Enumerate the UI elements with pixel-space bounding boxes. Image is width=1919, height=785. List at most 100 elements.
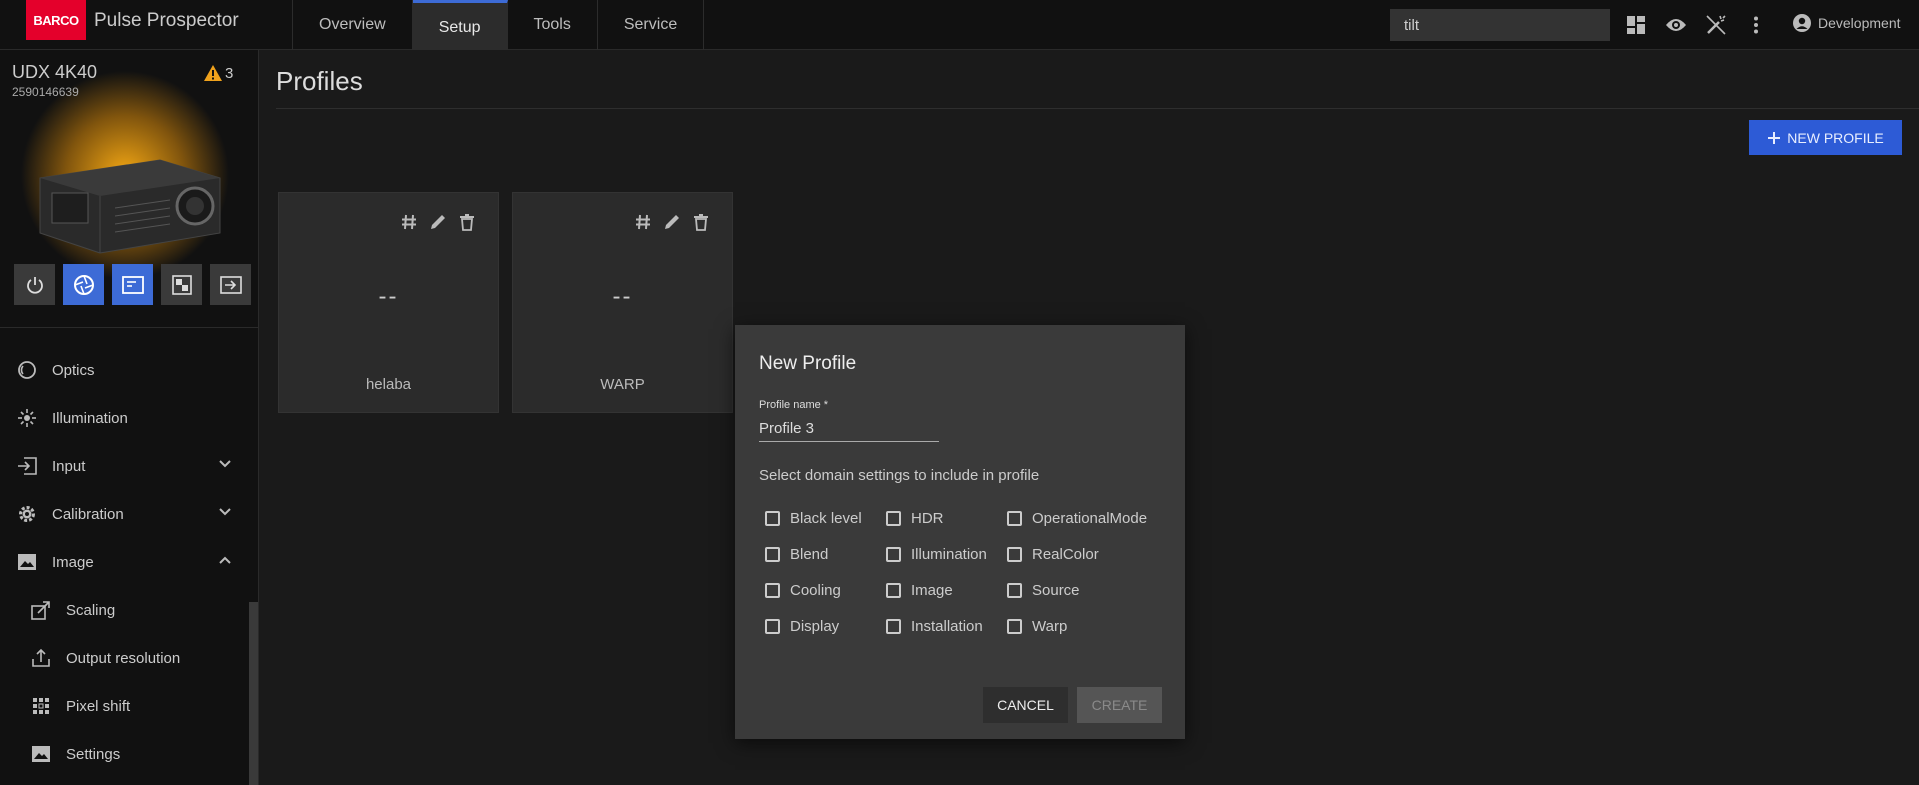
chevron-up-icon[interactable]: [218, 552, 232, 569]
checkbox-box[interactable]: [886, 619, 901, 634]
optics-icon: [16, 359, 38, 381]
sidebar-item-label: Pixel shift: [66, 697, 131, 715]
checkbox-box[interactable]: [886, 511, 901, 526]
checkbox-source[interactable]: Source: [1007, 582, 1080, 599]
search-input[interactable]: [1390, 9, 1610, 41]
tab-overview[interactable]: Overview: [293, 0, 413, 50]
shutter-button[interactable]: [63, 264, 104, 305]
eye-icon[interactable]: [1664, 13, 1688, 37]
checkbox-realcolor[interactable]: RealColor: [1007, 546, 1099, 563]
checkbox-display[interactable]: Display: [765, 618, 839, 635]
tab-tools[interactable]: Tools: [508, 0, 598, 50]
checkbox-illumination[interactable]: Illumination: [886, 546, 987, 563]
sidebar-item-scaling[interactable]: Scaling: [0, 586, 250, 634]
checkbox-box[interactable]: [765, 547, 780, 562]
sidebar-item-label: Optics: [52, 361, 95, 379]
input-icon: [219, 275, 242, 294]
checkbox-blend[interactable]: Blend: [765, 546, 828, 563]
cancel-button[interactable]: CANCEL: [983, 687, 1068, 723]
scaling-icon: [30, 599, 52, 621]
tab-service[interactable]: Service: [598, 0, 705, 50]
account-icon: [1793, 14, 1811, 32]
barco-logo[interactable]: BARCO: [26, 0, 86, 40]
checkbox-label: Source: [1032, 582, 1080, 599]
checkbox-label: Cooling: [790, 582, 841, 599]
projector-image: [39, 159, 221, 254]
sidebar-item-label: Illumination: [52, 409, 128, 427]
sidebar-item-output-resolution[interactable]: Output resolution: [0, 634, 250, 682]
sidebar-item-calibration[interactable]: Calibration: [0, 490, 250, 538]
checkbox-black-level[interactable]: Black level: [765, 510, 862, 527]
sidebar-item-pixel-shift[interactable]: Pixel shift: [0, 682, 250, 730]
checkbox-box[interactable]: [1007, 511, 1022, 526]
input-select-button[interactable]: [210, 264, 251, 305]
profile-card[interactable]: -- WARP: [512, 192, 733, 413]
checkbox-warp[interactable]: Warp: [1007, 618, 1067, 635]
warning-badge[interactable]: 3: [203, 64, 233, 82]
checkbox-box[interactable]: [886, 547, 901, 562]
create-button[interactable]: CREATE: [1077, 687, 1162, 723]
pencil-icon[interactable]: [427, 211, 449, 233]
checkbox-box[interactable]: [765, 583, 780, 598]
checkbox-image[interactable]: Image: [886, 582, 953, 599]
main-tabs: Overview Setup Tools Service: [292, 0, 705, 50]
gear-icon: [16, 503, 38, 525]
profile-name-label: Profile name *: [759, 399, 829, 411]
chevron-down-icon[interactable]: [218, 504, 232, 521]
power-icon: [26, 276, 43, 294]
upload-icon: [30, 647, 52, 669]
new-profile-button[interactable]: NEW PROFILE: [1749, 120, 1902, 155]
new-profile-dialog: New Profile Profile name * Select domain…: [735, 325, 1185, 739]
chevron-down-icon[interactable]: [218, 456, 232, 473]
title-divider: [276, 108, 1919, 109]
checkbox-box[interactable]: [886, 583, 901, 598]
sidebar-item-illumination[interactable]: Illumination: [0, 394, 250, 442]
profile-name: helaba: [365, 376, 412, 393]
checkbox-box[interactable]: [765, 619, 780, 634]
profile-card[interactable]: -- helaba: [278, 192, 499, 413]
sidebar-item-settings[interactable]: Settings: [0, 730, 250, 778]
hash-icon[interactable]: [632, 211, 654, 233]
sidebar-item-label: Scaling: [66, 601, 116, 619]
profile-value: --: [612, 283, 633, 310]
sidebar-item-label: Image: [52, 553, 94, 571]
image-icon: [16, 551, 38, 573]
more-vertical-icon[interactable]: [1744, 13, 1768, 37]
checkbox-label: OperationalMode: [1032, 510, 1148, 527]
hash-icon[interactable]: [398, 211, 420, 233]
checkbox-hdr[interactable]: HDR: [886, 510, 944, 527]
checkbox-label: Illumination: [911, 546, 987, 563]
checkbox-label: RealColor: [1032, 546, 1099, 563]
sidebar-divider: [0, 327, 259, 328]
sidebar-nav: Optics Illumination Input Calibration Im…: [0, 346, 250, 778]
sidebar-scrollbar[interactable]: [249, 602, 258, 785]
image-settings-icon: [30, 743, 52, 765]
checkbox-label: Black level: [790, 510, 862, 527]
illumination-icon: [16, 407, 38, 429]
sidebar-item-input[interactable]: Input: [0, 442, 250, 490]
profile-name-input[interactable]: [759, 416, 939, 442]
sidebar-item-image[interactable]: Image: [0, 538, 250, 586]
checkbox-label: Display: [790, 618, 840, 635]
tab-setup[interactable]: Setup: [412, 0, 508, 50]
power-button[interactable]: [14, 264, 55, 305]
sidebar-item-optics[interactable]: Optics: [0, 346, 250, 394]
checkbox-cooling[interactable]: Cooling: [765, 582, 841, 599]
checkbox-box[interactable]: [1007, 547, 1022, 562]
checkbox-box[interactable]: [765, 511, 780, 526]
trash-icon[interactable]: [690, 211, 712, 233]
trash-icon[interactable]: [456, 211, 478, 233]
pencil-icon[interactable]: [661, 211, 683, 233]
checkbox-box[interactable]: [1007, 583, 1022, 598]
card-actions: [398, 211, 478, 233]
dashboard-icon[interactable]: [1624, 13, 1648, 37]
checkbox-box[interactable]: [1007, 619, 1022, 634]
checkbox-label: Image: [911, 582, 953, 599]
checkbox-operational-mode[interactable]: OperationalMode: [1007, 510, 1147, 527]
wand-off-icon[interactable]: [1704, 13, 1728, 37]
profile-name: WARP: [600, 376, 645, 393]
checkbox-installation[interactable]: Installation: [886, 618, 983, 635]
test-pattern-button[interactable]: [161, 264, 202, 305]
user-menu[interactable]: Development: [1792, 13, 1901, 33]
osd-button[interactable]: [112, 264, 153, 305]
